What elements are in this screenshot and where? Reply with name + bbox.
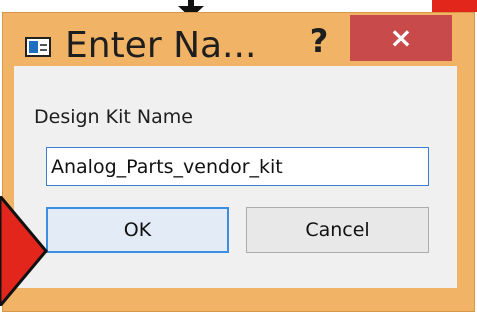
close-button[interactable]: × [350,15,452,61]
design-kit-name-label: Design Kit Name [34,106,193,128]
cancel-button[interactable]: Cancel [246,207,429,253]
dialog-window-icon [25,37,51,57]
screenshot-stage: Enter Na... ? × Design Kit Name OK Cance… [0,0,477,314]
ok-button[interactable]: OK [46,207,229,253]
window-title: Enter Na... [65,25,257,66]
help-button[interactable]: ? [299,21,339,61]
annotation-red-sliver [432,0,477,12]
right-arrow-icon [0,196,48,306]
design-kit-name-input[interactable] [46,147,429,186]
